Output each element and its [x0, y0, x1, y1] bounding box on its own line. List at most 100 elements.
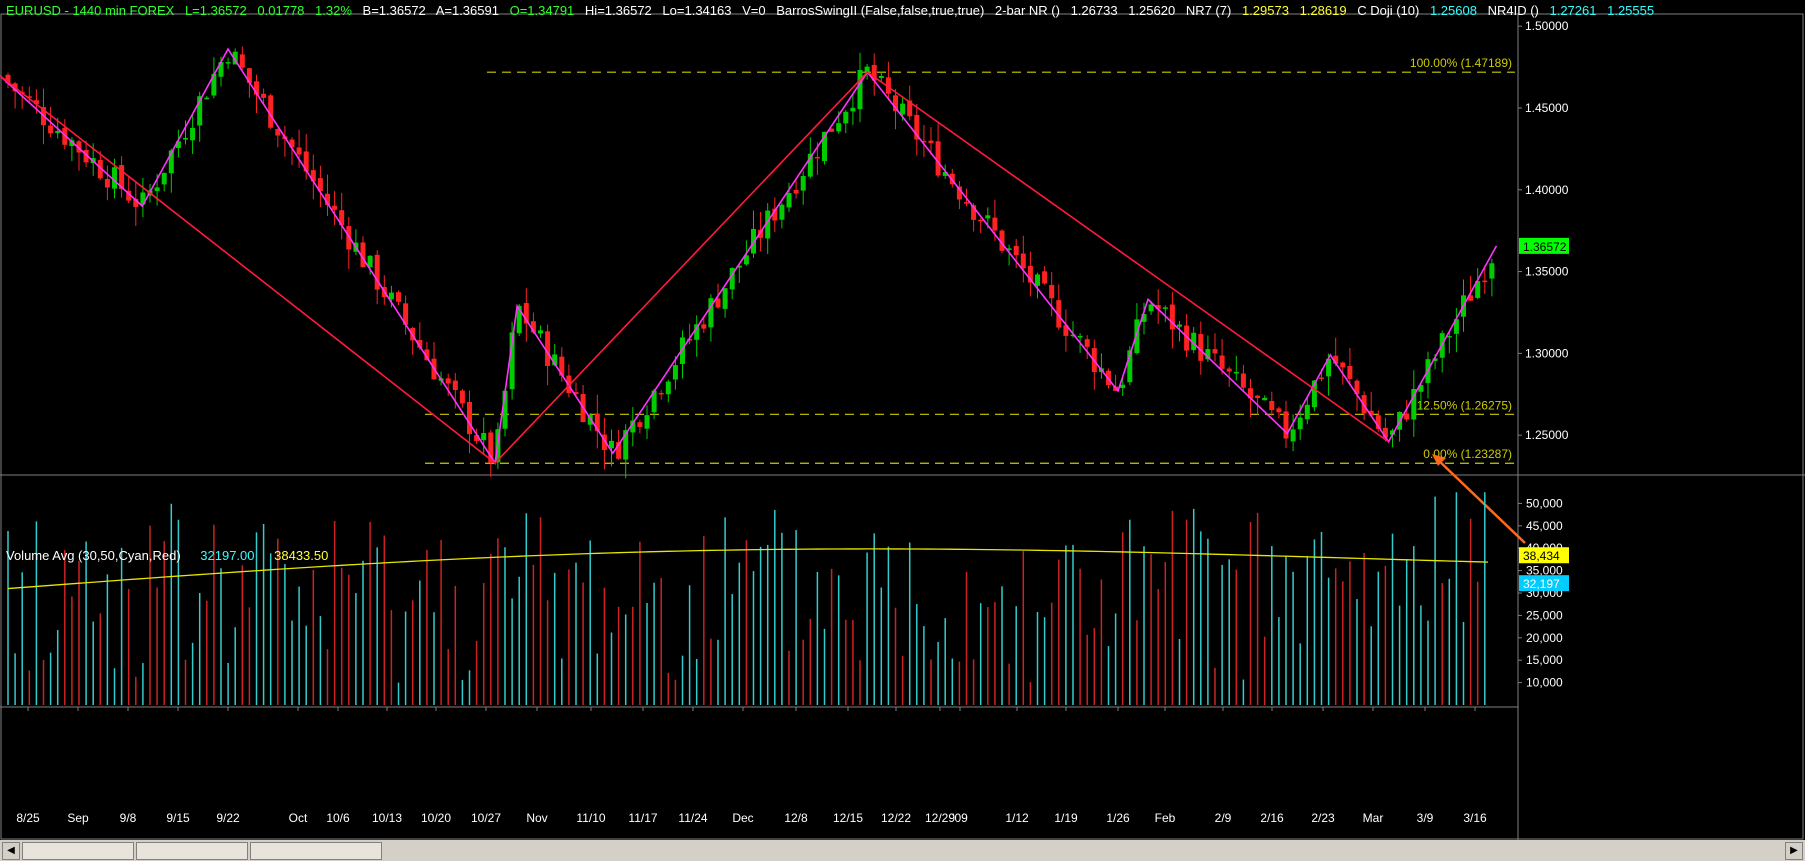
sheet-tab-2[interactable]	[136, 842, 248, 860]
volume-avg-label: Volume Avg (30,50,Cyan,Red)	[6, 548, 181, 563]
candle-body	[104, 178, 110, 188]
volume-avg-v2: 38433.50	[274, 548, 329, 563]
volume-last-tag: 32,197	[1523, 577, 1560, 591]
symbol-label: EURUSD - 1440 min FOREX	[6, 3, 175, 18]
last-price-tag: 1.36572	[1523, 240, 1567, 254]
candle-body	[1077, 335, 1083, 338]
date-tick-label: 2/16	[1260, 811, 1284, 825]
candle-body	[1347, 365, 1353, 379]
candle-body	[452, 380, 458, 391]
candle-body	[978, 219, 984, 222]
date-tick-label: 3/16	[1463, 811, 1487, 825]
candle-body	[296, 147, 302, 155]
candle-body	[538, 330, 543, 334]
last-price: L=1.36572	[184, 3, 247, 18]
volume-tick-label: 25,000	[1526, 608, 1563, 622]
price-tick-label: 1.40000	[1525, 183, 1569, 197]
indicator-nr4id-v2: 1.25555	[1607, 3, 1655, 18]
candle-body	[701, 324, 707, 329]
candle-body	[48, 125, 54, 134]
change-value: 0.01778	[257, 3, 305, 18]
candle-body	[467, 402, 472, 435]
indicator-nr7: NR7 (7)	[1185, 3, 1232, 18]
candle-body	[1042, 271, 1048, 284]
candle-body	[1120, 384, 1126, 389]
candle-body	[900, 103, 906, 115]
ask-value: A=1.36591	[435, 3, 499, 18]
date-tick-label: 12/15	[833, 811, 863, 825]
date-tick-label: 9/15	[166, 811, 190, 825]
candle-body	[261, 93, 267, 98]
price-tick-label: 1.45000	[1525, 101, 1569, 115]
date-tick-label: 3/9	[1417, 811, 1434, 825]
high-value: Hi=1.36572	[584, 3, 652, 18]
indicator-2bar-v1: 1.26733	[1070, 3, 1118, 18]
candle-body	[204, 97, 210, 100]
date-tick-label: Feb	[1155, 811, 1176, 825]
candle-body	[1404, 413, 1410, 420]
candle-body	[985, 215, 991, 219]
candle-body	[445, 378, 451, 384]
date-tick-label: 2/23	[1311, 811, 1335, 825]
indicator-doji: C Doji (10)	[1357, 3, 1420, 18]
candle-body	[857, 70, 863, 110]
candle-body	[183, 138, 188, 140]
candle-body	[1340, 362, 1346, 368]
candle-body	[964, 202, 969, 204]
candle-body	[1219, 355, 1225, 369]
date-tick-label: 8/25	[16, 811, 40, 825]
fib-level-label: 12.50% (1.26275)	[1417, 398, 1512, 412]
candle-body	[1304, 404, 1310, 420]
candle-body	[637, 422, 643, 428]
indicator-2bar-nr: 2-bar NR ()	[994, 3, 1060, 18]
candle-body	[459, 390, 465, 404]
date-tick-label: 10/13	[372, 811, 402, 825]
candle-body	[1262, 397, 1268, 401]
candle-body	[928, 140, 934, 144]
candle-body	[1148, 304, 1154, 312]
date-tick-label: 9/22	[216, 811, 240, 825]
scroll-left-button[interactable]: ◀	[2, 842, 20, 860]
candle-body	[658, 392, 664, 395]
sheet-tab-3[interactable]	[250, 842, 382, 860]
date-tick-label: 10/20	[421, 811, 451, 825]
candle-body	[786, 193, 792, 208]
candle-body	[481, 433, 487, 441]
open-value: O=1.34791	[509, 3, 575, 18]
bid-value: B=1.36572	[362, 3, 426, 18]
candle-body	[779, 204, 785, 220]
candle-body	[332, 205, 338, 210]
date-tick-label: 1/12	[1005, 811, 1029, 825]
date-tick-label: 1/26	[1106, 811, 1130, 825]
candle-body	[672, 365, 678, 380]
volume-avg-v1: 32197.00	[200, 548, 255, 563]
date-tick-label: Mar	[1363, 811, 1384, 825]
sheet-tab-1[interactable]	[22, 842, 134, 860]
candle-body	[396, 292, 401, 302]
scroll-right-button[interactable]: ▶	[1785, 842, 1803, 860]
price-tick-label: 1.25000	[1525, 428, 1569, 442]
indicator-barros: BarrosSwingII (False,false,true,true)	[776, 3, 985, 18]
volume-value: V=0	[742, 3, 766, 18]
indicator-2bar-v2: 1.25620	[1128, 3, 1176, 18]
volume-tick-label: 50,000	[1526, 496, 1563, 510]
candle-body	[800, 175, 806, 191]
date-tick-label: Nov	[526, 811, 547, 825]
major-swing-line	[0, 71, 1390, 465]
date-tick-label: 10/6	[326, 811, 350, 825]
date-tick-label: 12/22	[881, 811, 911, 825]
candle-body	[190, 127, 196, 141]
candle-body	[1283, 411, 1289, 439]
candle-body	[1240, 373, 1246, 388]
indicator-nr7-v1: 1.29573	[1241, 3, 1289, 18]
candle-body	[1297, 417, 1303, 430]
candle-body	[665, 381, 671, 395]
volume-tick-label: 10,000	[1526, 676, 1563, 690]
candle-body	[239, 54, 245, 68]
candle-body	[112, 167, 117, 189]
candle-body	[850, 107, 856, 112]
bottom-scrollbar[interactable]: ◀ ▶	[0, 840, 1805, 861]
price-tick-label: 1.35000	[1525, 265, 1569, 279]
candle-body	[1169, 304, 1175, 330]
candle-body	[935, 141, 941, 176]
